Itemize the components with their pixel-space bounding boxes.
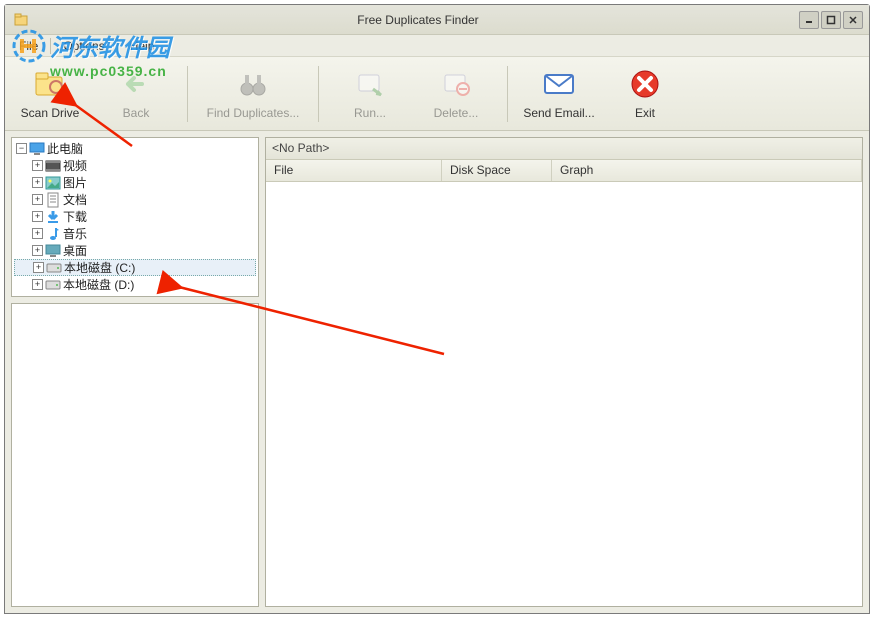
delete-button: Delete... — [421, 64, 491, 124]
tree-item-label: 下载 — [63, 208, 87, 225]
menu-separator — [117, 38, 118, 54]
exit-button[interactable]: Exit — [610, 64, 680, 124]
run-button: Run... — [335, 64, 405, 124]
tree-root-label: 此电脑 — [47, 140, 83, 157]
tree-item-label: 图片 — [63, 174, 87, 191]
menubar: File Options Help — [5, 35, 869, 57]
desktop-icon — [45, 243, 61, 259]
grid-header: File Disk Space Graph — [266, 160, 862, 182]
tree-item[interactable]: + 图片 — [14, 174, 256, 191]
column-graph[interactable]: Graph — [552, 160, 862, 181]
tree-item[interactable]: + 下载 — [14, 208, 256, 225]
tree-item[interactable]: + 视频 — [14, 157, 256, 174]
tree-item-label: 本地磁盘 (C:) — [64, 259, 135, 276]
mail-icon — [543, 68, 575, 100]
grid-body — [266, 182, 862, 606]
app-window: Free Duplicates Finder File Options Help… — [4, 4, 870, 614]
image-icon — [45, 175, 61, 191]
expand-icon[interactable]: + — [32, 177, 43, 188]
expand-icon[interactable]: + — [32, 245, 43, 256]
titlebar: Free Duplicates Finder — [5, 5, 869, 35]
menu-file[interactable]: File — [11, 37, 46, 55]
tree-item[interactable]: + 文档 — [14, 191, 256, 208]
right-column: <No Path> File Disk Space Graph — [265, 137, 863, 607]
tree-item-label: 文档 — [63, 191, 87, 208]
expand-icon[interactable]: + — [32, 279, 43, 290]
left-column: − 此电脑 + 视频 + 图片 + 文档 + 下载 + 音乐 + 桌面 + 本地磁盘 (C:) + 本地磁盘 … — [11, 137, 259, 607]
music-icon — [45, 226, 61, 242]
expand-icon[interactable]: + — [32, 228, 43, 239]
column-file[interactable]: File — [266, 160, 442, 181]
collapse-icon[interactable]: − — [16, 143, 27, 154]
run-icon — [354, 68, 386, 100]
back-button: Back — [101, 64, 171, 124]
window-title: Free Duplicates Finder — [37, 13, 799, 27]
tree-item-label: 桌面 — [63, 242, 87, 259]
disk-icon — [46, 260, 62, 276]
scan-drive-button[interactable]: Scan Drive — [15, 64, 85, 124]
send-email-button[interactable]: Send Email... — [524, 64, 594, 124]
menu-help[interactable]: Help — [122, 37, 163, 55]
video-icon — [45, 158, 61, 174]
minimize-button[interactable] — [799, 11, 819, 29]
run-label: Run... — [354, 106, 386, 120]
find-duplicates-button: Find Duplicates... — [204, 64, 302, 124]
binoculars-icon — [237, 68, 269, 100]
delete-icon — [440, 68, 472, 100]
toolbar-separator — [318, 66, 319, 122]
menu-options[interactable]: Options — [55, 37, 112, 55]
tree-item-label: 音乐 — [63, 225, 87, 242]
toolbar-separator — [507, 66, 508, 122]
expand-icon[interactable]: + — [32, 211, 43, 222]
maximize-button[interactable] — [821, 11, 841, 29]
back-label: Back — [123, 106, 150, 120]
close-button[interactable] — [843, 11, 863, 29]
disk-icon — [45, 277, 61, 293]
menu-separator — [50, 38, 51, 54]
tree-item[interactable]: + 音乐 — [14, 225, 256, 242]
scan-drive-label: Scan Drive — [21, 106, 80, 120]
computer-icon — [29, 141, 45, 157]
tree-item[interactable]: + 本地磁盘 (C:) — [14, 259, 256, 276]
tree-item-label: 视频 — [63, 157, 87, 174]
app-icon — [13, 12, 29, 28]
folder-tree[interactable]: − 此电脑 + 视频 + 图片 + 文档 + 下载 + 音乐 + 桌面 + 本地磁盘 (C:) + 本地磁盘 … — [11, 137, 259, 297]
doc-icon — [45, 192, 61, 208]
close-icon — [629, 68, 661, 100]
tree-item[interactable]: + 桌面 — [14, 242, 256, 259]
expand-icon[interactable]: + — [33, 262, 44, 273]
send-email-label: Send Email... — [523, 106, 594, 120]
column-disk-space[interactable]: Disk Space — [442, 160, 552, 181]
download-icon — [45, 209, 61, 225]
tree-item[interactable]: + 本地磁盘 (D:) — [14, 276, 256, 293]
body-area: − 此电脑 + 视频 + 图片 + 文档 + 下载 + 音乐 + 桌面 + 本地磁盘 (C:) + 本地磁盘 … — [5, 131, 869, 613]
folder-search-icon — [34, 68, 66, 100]
tree-item-label: 本地磁盘 (D:) — [63, 276, 134, 293]
delete-label: Delete... — [434, 106, 479, 120]
exit-label: Exit — [635, 106, 655, 120]
tree-root[interactable]: − 此电脑 — [14, 140, 256, 157]
toolbar: Scan Drive Back Find Duplicates... Run..… — [5, 57, 869, 131]
expand-icon[interactable]: + — [32, 194, 43, 205]
path-bar: <No Path> — [266, 138, 862, 160]
find-duplicates-label: Find Duplicates... — [207, 106, 300, 120]
lower-left-panel — [11, 303, 259, 607]
arrow-left-icon — [120, 68, 152, 100]
expand-icon[interactable]: + — [32, 160, 43, 171]
toolbar-separator — [187, 66, 188, 122]
